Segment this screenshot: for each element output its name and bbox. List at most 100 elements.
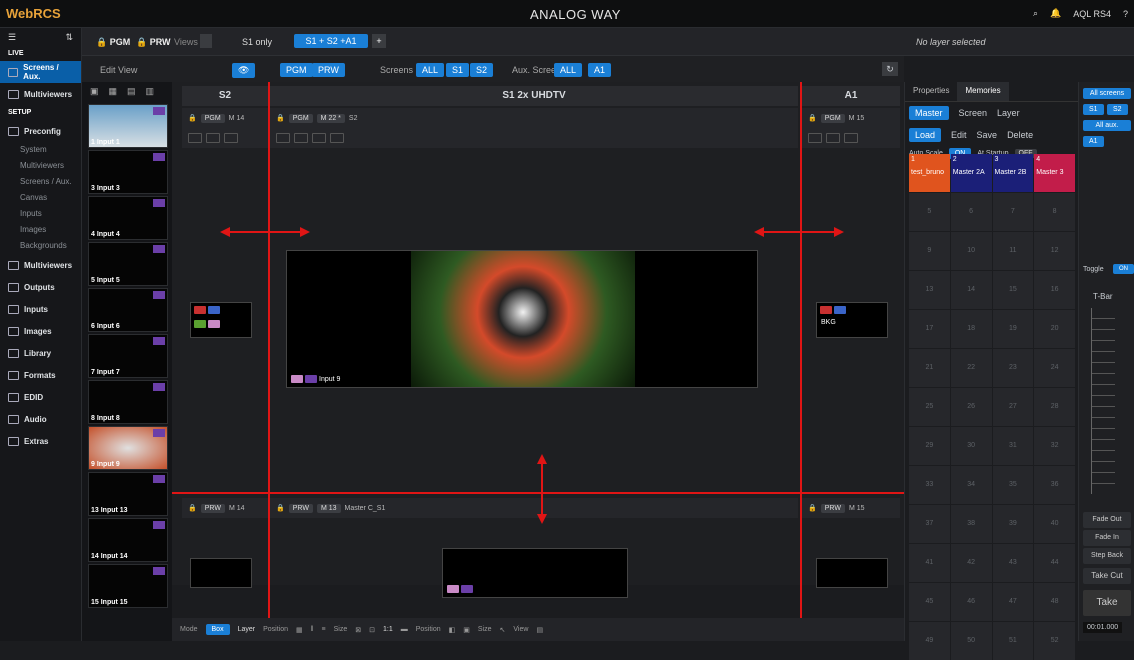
sidebar-sub-system[interactable]: System	[0, 142, 81, 158]
sidebar-item-extras[interactable]: Extras	[0, 430, 81, 452]
sort-icon[interactable]: ⇅	[65, 32, 73, 42]
view-tab-s1s2a1[interactable]: S1 + S2 +A1	[294, 34, 368, 48]
screen-name-field[interactable]: S2	[349, 115, 358, 122]
sidebar-sub-multiviewers[interactable]: Multiviewers	[0, 158, 81, 174]
bell-icon[interactable]: 🔔	[1050, 8, 1061, 19]
memory-slot[interactable]: 13	[909, 271, 950, 309]
input-thumb[interactable]: 4 Input 4	[88, 196, 168, 240]
pointer-icon[interactable]: ↖	[500, 626, 506, 634]
all-screens-button[interactable]: All screens	[1083, 88, 1131, 99]
memory-slot[interactable]: 7	[992, 193, 1034, 231]
pgm-visibility[interactable]: PGM	[280, 63, 313, 77]
memory-slot[interactable]: 49	[909, 622, 950, 660]
take-cut-button[interactable]: Take Cut	[1083, 568, 1131, 584]
tab-memories[interactable]: Memories	[957, 82, 1009, 101]
take-button[interactable]: Take	[1083, 590, 1131, 616]
align-horizontal-icon[interactable]: ≡	[322, 626, 326, 633]
sidebar-item-audio[interactable]: Audio	[0, 408, 81, 430]
sidebar-item-preconfig[interactable]: Preconfig	[0, 120, 81, 142]
sidebar-item-formats[interactable]: Formats	[0, 364, 81, 386]
pgm-lock[interactable]: 🔒 PGM	[96, 37, 130, 48]
layer-tool[interactable]	[808, 133, 822, 143]
screen-s2-select[interactable]: S2	[1107, 104, 1128, 115]
toggle-switch[interactable]: ON	[1113, 264, 1134, 274]
view-list-icon[interactable]: ▣	[90, 86, 99, 96]
memory-slot[interactable]: 21	[909, 349, 950, 387]
memory-type-layer[interactable]: Layer	[997, 108, 1020, 118]
memory-slot[interactable]: 12	[1034, 232, 1075, 270]
s2-layer-box[interactable]	[190, 302, 252, 338]
mode-layer-button[interactable]: Layer	[238, 626, 256, 633]
sidebar-sub-inputs[interactable]: Inputs	[0, 206, 81, 222]
position-tool-icon[interactable]: ◧	[449, 626, 456, 634]
memory-slot[interactable]: 28	[1034, 388, 1075, 426]
memory-type-screen[interactable]: Screen	[959, 108, 988, 118]
delete-button[interactable]: Delete	[1007, 130, 1033, 140]
memory-slot[interactable]: 44	[1034, 544, 1075, 582]
memory-slot[interactable]: 3 Master 2B	[992, 154, 1034, 192]
memory-slot[interactable]: 46	[950, 583, 992, 621]
aux-all[interactable]: ALL	[554, 63, 583, 77]
sidebar-sub-backgrounds[interactable]: Backgrounds	[0, 238, 81, 254]
memory-slot[interactable]: 15	[992, 271, 1034, 309]
sidebar-item-multiviewers[interactable]: Multiviewers	[0, 83, 81, 105]
s1-pgm-preview[interactable]: Input 9	[286, 250, 758, 388]
memory-slot[interactable]: 39	[992, 505, 1034, 543]
screen-s1-select[interactable]: S1	[1083, 104, 1104, 115]
one-to-one-button[interactable]: 1:1	[383, 626, 393, 633]
layer-tool[interactable]	[312, 133, 326, 143]
layer-tool[interactable]	[276, 133, 290, 143]
stretch-icon[interactable]: ▬	[401, 626, 408, 633]
memory-slot[interactable]: 6	[950, 193, 992, 231]
memory-slot[interactable]: 22	[950, 349, 992, 387]
memory-slot[interactable]: 51	[992, 622, 1034, 660]
lock-icon[interactable]: 🔒	[808, 114, 817, 122]
layer-chip[interactable]: Input 9	[291, 375, 340, 383]
memory-slot[interactable]: 42	[950, 544, 992, 582]
step-back-button[interactable]: Step Back	[1083, 548, 1131, 564]
screen-s1[interactable]: S1	[446, 63, 470, 77]
memory-slot[interactable]: 35	[992, 466, 1034, 504]
memory-slot[interactable]: 20	[1034, 310, 1075, 348]
mode-box-button[interactable]: Box	[205, 624, 230, 635]
memory-slot[interactable]: 38	[950, 505, 992, 543]
prw-visibility[interactable]: PRW	[312, 63, 345, 77]
view-small-icon[interactable]: ▥	[146, 86, 155, 96]
s1-prw-preview[interactable]	[442, 548, 628, 598]
memory-slot[interactable]: 5	[909, 193, 950, 231]
memory-slot[interactable]: 31	[992, 427, 1034, 465]
memory-slot[interactable]: 37	[909, 505, 950, 543]
memory-slot[interactable]: 30	[950, 427, 992, 465]
input-thumb[interactable]: 3 Input 3	[88, 150, 168, 194]
view-mode-icon[interactable]: ▤	[536, 626, 543, 634]
sidebar-item-edid[interactable]: EDID	[0, 386, 81, 408]
layer-tool[interactable]	[826, 133, 840, 143]
memory-slot[interactable]: 45	[909, 583, 950, 621]
input-thumb[interactable]: 7 Input 7	[88, 334, 168, 378]
add-view-button[interactable]: +	[372, 34, 386, 48]
layer-tool[interactable]	[294, 133, 308, 143]
s2-prw-layer-box[interactable]	[190, 558, 252, 588]
input-thumb[interactable]: 15 Input 15	[88, 564, 168, 608]
sidebar-sub-canvas[interactable]: Canvas	[0, 190, 81, 206]
lock-icon[interactable]: 🔒	[188, 504, 197, 512]
memory-slot[interactable]: 8	[1034, 193, 1075, 231]
all-aux-button[interactable]: All aux.	[1083, 120, 1131, 131]
edit-button[interactable]: Edit	[951, 130, 967, 140]
aux-a1-select[interactable]: A1	[1083, 136, 1104, 147]
lock-icon[interactable]: 🔒	[808, 504, 817, 512]
view-grid-icon[interactable]: ▦	[109, 86, 118, 96]
memory-slot[interactable]: 26	[950, 388, 992, 426]
fade-in-button[interactable]: Fade In	[1083, 530, 1131, 546]
sidebar-item-screens[interactable]: Screens / Aux.	[0, 61, 81, 83]
tbar-slider[interactable]	[1091, 308, 1115, 494]
memory-slot[interactable]: 52	[1034, 622, 1075, 660]
layer-tool[interactable]	[206, 133, 220, 143]
memory-slot[interactable]: 36	[1034, 466, 1075, 504]
memory-slot[interactable]: 16	[1034, 271, 1075, 309]
refresh-button[interactable]: ↻	[882, 62, 898, 76]
memory-slot[interactable]: 43	[992, 544, 1034, 582]
memory-type-master[interactable]: Master	[909, 106, 949, 120]
memory-slot[interactable]: 40	[1034, 505, 1075, 543]
search-icon[interactable]: ⌕	[1033, 8, 1038, 19]
